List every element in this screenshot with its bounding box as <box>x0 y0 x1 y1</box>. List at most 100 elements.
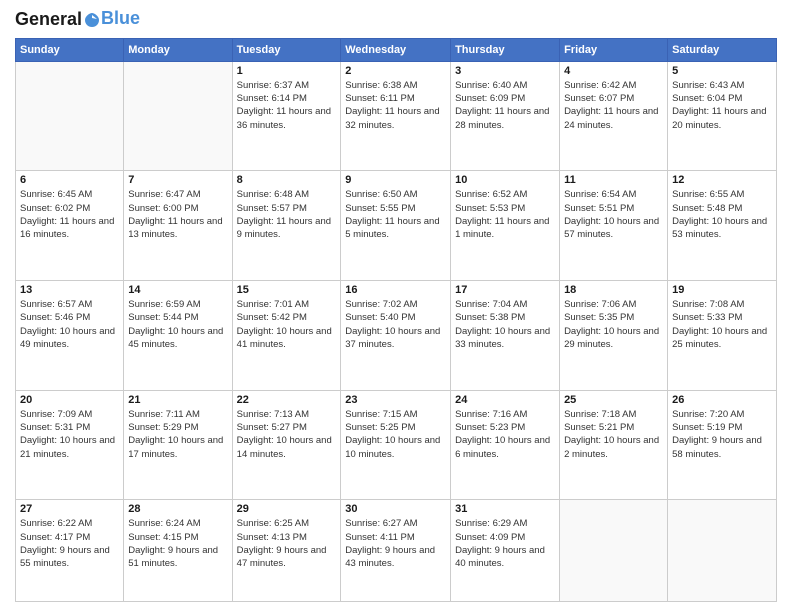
day-detail: Sunrise: 6:47 AMSunset: 6:00 PMDaylight:… <box>128 188 227 241</box>
day-detail: Sunrise: 6:37 AMSunset: 6:14 PMDaylight:… <box>237 79 337 132</box>
day-detail: Sunrise: 7:15 AMSunset: 5:25 PMDaylight:… <box>345 408 446 461</box>
day-cell: 15 Sunrise: 7:01 AMSunset: 5:42 PMDayligh… <box>232 281 341 391</box>
weekday-header-row: SundayMondayTuesdayWednesdayThursdayFrid… <box>16 38 777 61</box>
day-detail: Sunrise: 7:16 AMSunset: 5:23 PMDaylight:… <box>455 408 555 461</box>
day-number: 1 <box>237 65 337 77</box>
day-detail: Sunrise: 6:29 AMSunset: 4:09 PMDaylight:… <box>455 517 555 570</box>
day-cell: 21 Sunrise: 7:11 AMSunset: 5:29 PMDayligh… <box>124 390 232 500</box>
day-cell: 19Sunrise: 7:08 AMSunset: 5:33 PMDayligh… <box>668 281 777 391</box>
day-detail: Sunrise: 7:01 AMSunset: 5:42 PMDaylight:… <box>237 298 337 351</box>
day-number: 28 <box>128 503 227 515</box>
day-cell: 23 Sunrise: 7:15 AMSunset: 5:25 PMDayligh… <box>341 390 451 500</box>
day-number: 30 <box>345 503 446 515</box>
day-number: 6 <box>20 174 119 186</box>
day-detail: Sunrise: 7:08 AMSunset: 5:33 PMDaylight:… <box>672 298 772 351</box>
day-number: 3 <box>455 65 555 77</box>
day-number: 24 <box>455 394 555 406</box>
day-cell: 30 Sunrise: 6:27 AMSunset: 4:11 PMDayligh… <box>341 500 451 602</box>
day-number: 31 <box>455 503 555 515</box>
day-detail: Sunrise: 7:04 AMSunset: 5:38 PMDaylight:… <box>455 298 555 351</box>
weekday-sunday: Sunday <box>16 38 124 61</box>
day-cell: 18Sunrise: 7:06 AMSunset: 5:35 PMDayligh… <box>560 281 668 391</box>
calendar: SundayMondayTuesdayWednesdayThursdayFrid… <box>15 38 777 602</box>
day-detail: Sunrise: 7:02 AMSunset: 5:40 PMDaylight:… <box>345 298 446 351</box>
day-number: 15 <box>237 284 337 296</box>
day-cell: 7 Sunrise: 6:47 AMSunset: 6:00 PMDaylight… <box>124 171 232 281</box>
day-number: 23 <box>345 394 446 406</box>
day-cell: 4 Sunrise: 6:42 AMSunset: 6:07 PMDaylight… <box>560 61 668 171</box>
day-detail: Sunrise: 6:57 AMSunset: 5:46 PMDaylight:… <box>20 298 119 351</box>
day-detail: Sunrise: 6:54 AMSunset: 5:51 PMDaylight:… <box>564 188 663 241</box>
logo: General Blue <box>15 10 140 30</box>
day-detail: Sunrise: 6:45 AMSunset: 6:02 PMDaylight:… <box>20 188 119 241</box>
day-number: 7 <box>128 174 227 186</box>
day-detail: Sunrise: 7:18 AMSunset: 5:21 PMDaylight:… <box>564 408 663 461</box>
day-cell: 24 Sunrise: 7:16 AMSunset: 5:23 PMDayligh… <box>451 390 560 500</box>
day-cell: 13 Sunrise: 6:57 AMSunset: 5:46 PMDayligh… <box>16 281 124 391</box>
day-cell: 28 Sunrise: 6:24 AMSunset: 4:15 PMDayligh… <box>124 500 232 602</box>
day-number: 8 <box>237 174 337 186</box>
day-detail: Sunrise: 6:22 AMSunset: 4:17 PMDaylight:… <box>20 517 119 570</box>
day-cell: 11 Sunrise: 6:54 AMSunset: 5:51 PMDayligh… <box>560 171 668 281</box>
day-cell: 5 Sunrise: 6:43 AMSunset: 6:04 PMDaylight… <box>668 61 777 171</box>
day-detail: Sunrise: 6:52 AMSunset: 5:53 PMDaylight:… <box>455 188 555 241</box>
day-cell: 22Sunrise: 7:13 AMSunset: 5:27 PMDayligh… <box>232 390 341 500</box>
day-detail: Sunrise: 6:25 AMSunset: 4:13 PMDaylight:… <box>237 517 337 570</box>
day-detail: Sunrise: 6:43 AMSunset: 6:04 PMDaylight:… <box>672 79 772 132</box>
day-cell: 2 Sunrise: 6:38 AMSunset: 6:11 PMDaylight… <box>341 61 451 171</box>
day-number: 26 <box>672 394 772 406</box>
logo-bird-icon <box>83 11 101 29</box>
day-cell: 16Sunrise: 7:02 AMSunset: 5:40 PMDayligh… <box>341 281 451 391</box>
day-cell: 17 Sunrise: 7:04 AMSunset: 5:38 PMDayligh… <box>451 281 560 391</box>
day-cell <box>668 500 777 602</box>
day-detail: Sunrise: 7:20 AMSunset: 5:19 PMDaylight:… <box>672 408 772 461</box>
day-cell: 31 Sunrise: 6:29 AMSunset: 4:09 PMDayligh… <box>451 500 560 602</box>
day-number: 9 <box>345 174 446 186</box>
day-cell: 14Sunrise: 6:59 AMSunset: 5:44 PMDayligh… <box>124 281 232 391</box>
day-number: 2 <box>345 65 446 77</box>
day-number: 21 <box>128 394 227 406</box>
logo-blue-text: Blue <box>101 9 140 29</box>
day-number: 11 <box>564 174 663 186</box>
day-detail: Sunrise: 7:11 AMSunset: 5:29 PMDaylight:… <box>128 408 227 461</box>
day-cell <box>16 61 124 171</box>
day-number: 5 <box>672 65 772 77</box>
day-number: 25 <box>564 394 663 406</box>
week-row-3: 20Sunrise: 7:09 AMSunset: 5:31 PMDayligh… <box>16 390 777 500</box>
day-number: 14 <box>128 284 227 296</box>
day-detail: Sunrise: 6:50 AMSunset: 5:55 PMDaylight:… <box>345 188 446 241</box>
header: General Blue <box>15 10 777 30</box>
weekday-wednesday: Wednesday <box>341 38 451 61</box>
day-cell <box>560 500 668 602</box>
day-detail: Sunrise: 6:42 AMSunset: 6:07 PMDaylight:… <box>564 79 663 132</box>
day-number: 13 <box>20 284 119 296</box>
week-row-1: 6 Sunrise: 6:45 AMSunset: 6:02 PMDaylight… <box>16 171 777 281</box>
day-cell <box>124 61 232 171</box>
weekday-tuesday: Tuesday <box>232 38 341 61</box>
day-cell: 10 Sunrise: 6:52 AMSunset: 5:53 PMDayligh… <box>451 171 560 281</box>
weekday-saturday: Saturday <box>668 38 777 61</box>
day-cell: 27 Sunrise: 6:22 AMSunset: 4:17 PMDayligh… <box>16 500 124 602</box>
day-detail: Sunrise: 7:06 AMSunset: 5:35 PMDaylight:… <box>564 298 663 351</box>
weekday-monday: Monday <box>124 38 232 61</box>
day-number: 17 <box>455 284 555 296</box>
day-number: 29 <box>237 503 337 515</box>
day-detail: Sunrise: 6:55 AMSunset: 5:48 PMDaylight:… <box>672 188 772 241</box>
day-number: 27 <box>20 503 119 515</box>
day-detail: Sunrise: 6:38 AMSunset: 6:11 PMDaylight:… <box>345 79 446 132</box>
day-cell: 1 Sunrise: 6:37 AMSunset: 6:14 PMDaylight… <box>232 61 341 171</box>
day-cell: 8 Sunrise: 6:48 AMSunset: 5:57 PMDaylight… <box>232 171 341 281</box>
day-number: 4 <box>564 65 663 77</box>
day-cell: 20Sunrise: 7:09 AMSunset: 5:31 PMDayligh… <box>16 390 124 500</box>
day-detail: Sunrise: 6:40 AMSunset: 6:09 PMDaylight:… <box>455 79 555 132</box>
week-row-0: 1 Sunrise: 6:37 AMSunset: 6:14 PMDaylight… <box>16 61 777 171</box>
day-cell: 12Sunrise: 6:55 AMSunset: 5:48 PMDayligh… <box>668 171 777 281</box>
day-detail: Sunrise: 6:24 AMSunset: 4:15 PMDaylight:… <box>128 517 227 570</box>
day-cell: 25 Sunrise: 7:18 AMSunset: 5:21 PMDayligh… <box>560 390 668 500</box>
day-number: 20 <box>20 394 119 406</box>
day-number: 10 <box>455 174 555 186</box>
day-cell: 6 Sunrise: 6:45 AMSunset: 6:02 PMDaylight… <box>16 171 124 281</box>
day-detail: Sunrise: 6:27 AMSunset: 4:11 PMDaylight:… <box>345 517 446 570</box>
day-detail: Sunrise: 6:48 AMSunset: 5:57 PMDaylight:… <box>237 188 337 241</box>
day-cell: 3 Sunrise: 6:40 AMSunset: 6:09 PMDaylight… <box>451 61 560 171</box>
